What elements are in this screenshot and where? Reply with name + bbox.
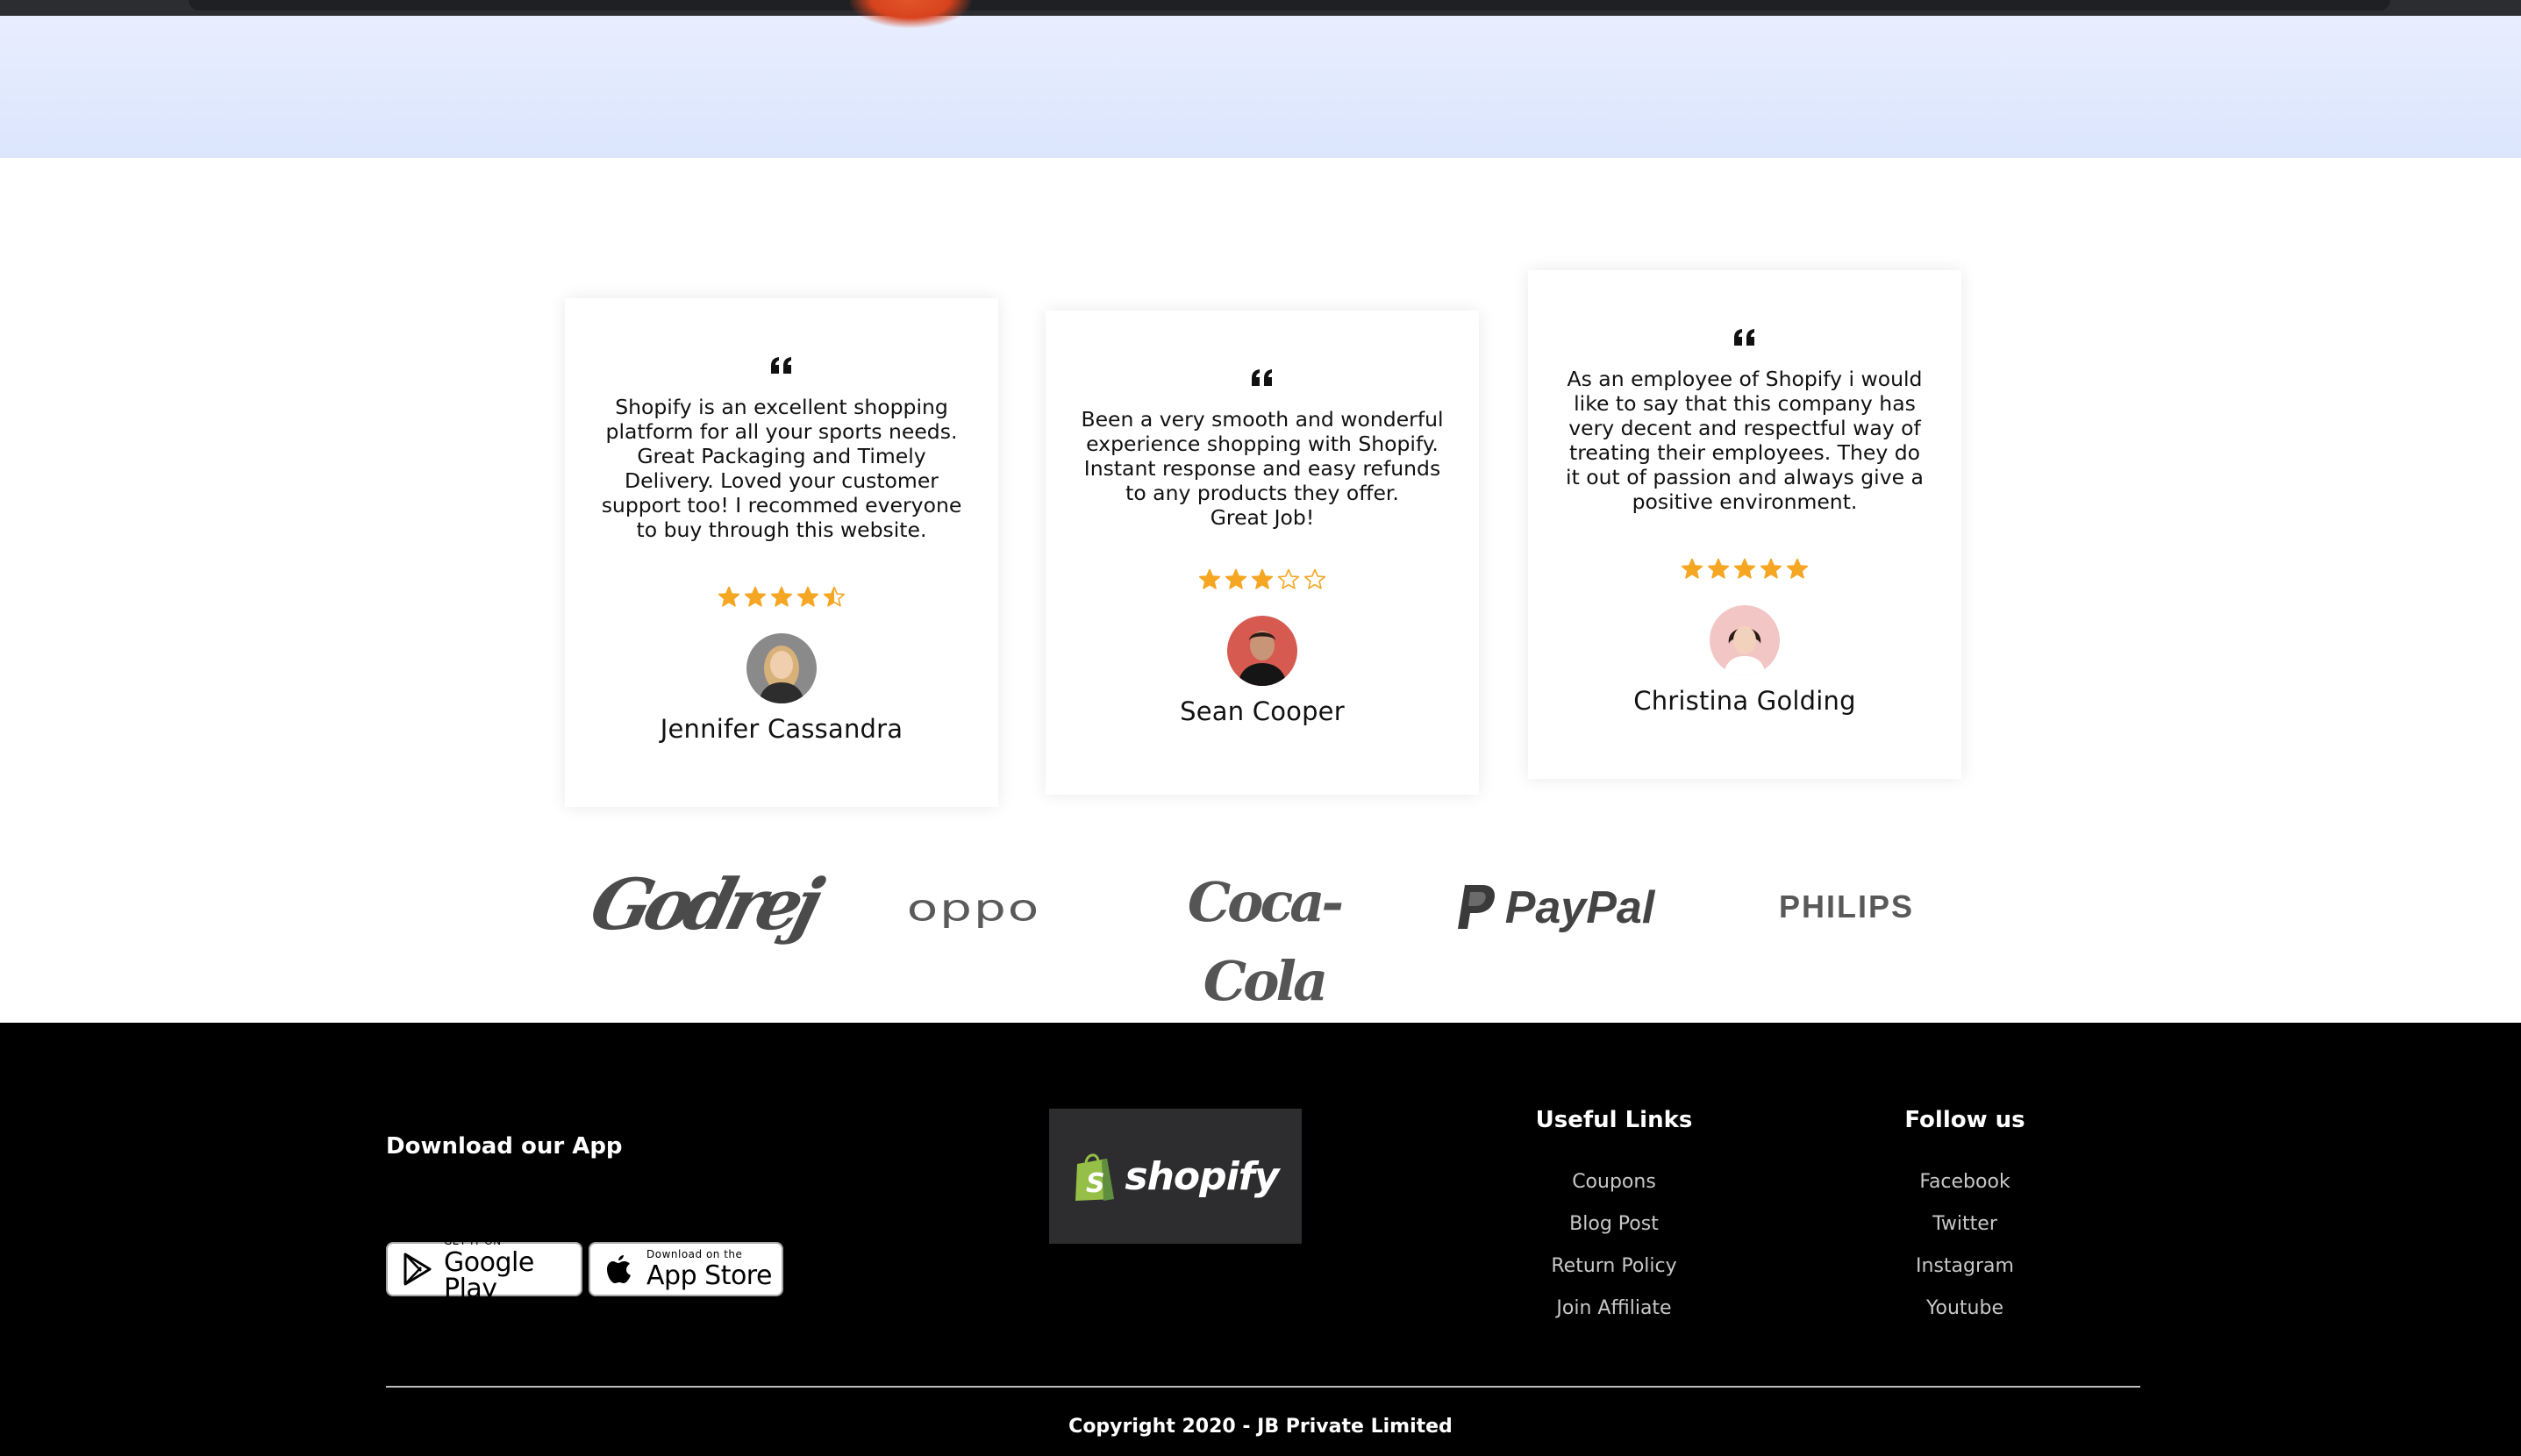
brand-logo-coca-cola: Coca-Cola — [1187, 870, 1344, 1013]
brand-logo-philips: PHILIPS — [1778, 889, 1915, 924]
quote-icon — [1734, 329, 1754, 346]
star-full-icon — [770, 586, 793, 607]
footer-link-join-affiliate[interactable]: Join Affiliate — [1526, 1295, 1702, 1337]
star-full-icon — [1760, 558, 1782, 579]
footer-link-twitter[interactable]: Twitter — [1877, 1210, 2053, 1253]
brand-logo-godrej: Godrej — [582, 863, 825, 946]
paypal-icon — [1457, 885, 1495, 929]
google-play-small-label: GET IT ON — [444, 1235, 502, 1247]
rating-stars — [1079, 568, 1446, 591]
star-full-icon — [1681, 558, 1703, 579]
testimonial-text: As an employee of Shopify i would like t… — [1566, 367, 1924, 514]
testimonial-card-2: Been a very smooth and wonderful experie… — [1046, 310, 1479, 795]
rating-stars — [598, 586, 965, 609]
google-play-button[interactable]: GET IT ON Google Play — [386, 1236, 582, 1303]
shopify-logo[interactable]: S shopify — [1049, 1109, 1302, 1244]
quote-icon — [771, 357, 791, 374]
hero-banner-bottom — [0, 16, 2521, 158]
app-store-label: App Store — [646, 1260, 772, 1291]
paypal-wordmark: PayPal — [1504, 882, 1655, 933]
brand-logo-oppo: oppo — [906, 886, 1041, 930]
footer-link-coupons[interactable]: Coupons — [1526, 1168, 1702, 1210]
testimonial-card-1: Shopify is an excellent shopping platfor… — [565, 298, 998, 807]
shopify-bag-icon: S — [1075, 1153, 1115, 1201]
star-full-icon — [744, 586, 767, 607]
svg-text:S: S — [1086, 1168, 1105, 1199]
google-play-label: Google Play — [444, 1247, 534, 1304]
star-full-icon — [1707, 558, 1730, 579]
footer-link-blog-post[interactable]: Blog Post — [1526, 1210, 1702, 1253]
top-strip-bar — [189, 0, 2390, 11]
shopify-wordmark: shopify — [1125, 1153, 1279, 1199]
download-app-title: Download our App — [386, 1133, 623, 1160]
avatar — [1710, 605, 1780, 675]
star-full-icon — [1251, 568, 1274, 589]
star-full-icon — [1225, 568, 1247, 589]
testimonial-card-3: As an employee of Shopify i would like t… — [1528, 270, 1961, 779]
star-full-icon — [796, 586, 819, 607]
google-play-icon — [404, 1253, 432, 1286]
star-full-icon — [718, 586, 740, 607]
copyright-text: Copyright 2020 - JB Private Limited — [1068, 1416, 1453, 1438]
footer-link-facebook[interactable]: Facebook — [1877, 1168, 2053, 1210]
testimonial-text: Been a very smooth and wonderful experie… — [1081, 407, 1444, 530]
star-full-icon — [1786, 558, 1809, 579]
app-store-button[interactable]: Download on the App Store — [589, 1242, 783, 1296]
star-empty-icon — [1303, 568, 1326, 589]
footer: Download our App GET IT ON Google Play D… — [0, 1023, 2521, 1456]
avatar — [1227, 616, 1297, 686]
footer-link-instagram[interactable]: Instagram — [1877, 1253, 2053, 1295]
testimonial-text: Shopify is an excellent shopping platfor… — [601, 395, 962, 542]
app-store-small-label: Download on the — [646, 1248, 743, 1260]
star-half-icon — [823, 586, 846, 607]
useful-links-list: Coupons Blog Post Return Policy Join Aff… — [1526, 1168, 1702, 1337]
footer-link-youtube[interactable]: Youtube — [1877, 1295, 2053, 1337]
reviewer-name: Jennifer Cassandra — [660, 714, 903, 744]
quote-icon — [1252, 369, 1272, 386]
brand-logo-paypal: PayPal — [1446, 877, 1665, 939]
reviewer-name: Christina Golding — [1633, 686, 1856, 716]
footer-link-return-policy[interactable]: Return Policy — [1526, 1253, 1702, 1295]
footer-divider — [386, 1386, 2140, 1388]
top-strip — [0, 0, 2521, 16]
avatar — [746, 633, 817, 703]
hero-fruit-image — [849, 0, 972, 28]
star-full-icon — [1198, 568, 1221, 589]
star-empty-icon — [1277, 568, 1300, 589]
rating-stars — [1561, 558, 1928, 581]
follow-us-title: Follow us — [1904, 1107, 2025, 1133]
apple-icon — [607, 1255, 631, 1283]
follow-links-list: Facebook Twitter Instagram Youtube — [1877, 1168, 2053, 1337]
reviewer-name: Sean Cooper — [1180, 696, 1345, 726]
star-full-icon — [1733, 558, 1756, 579]
useful-links-title: Useful Links — [1535, 1107, 1693, 1133]
